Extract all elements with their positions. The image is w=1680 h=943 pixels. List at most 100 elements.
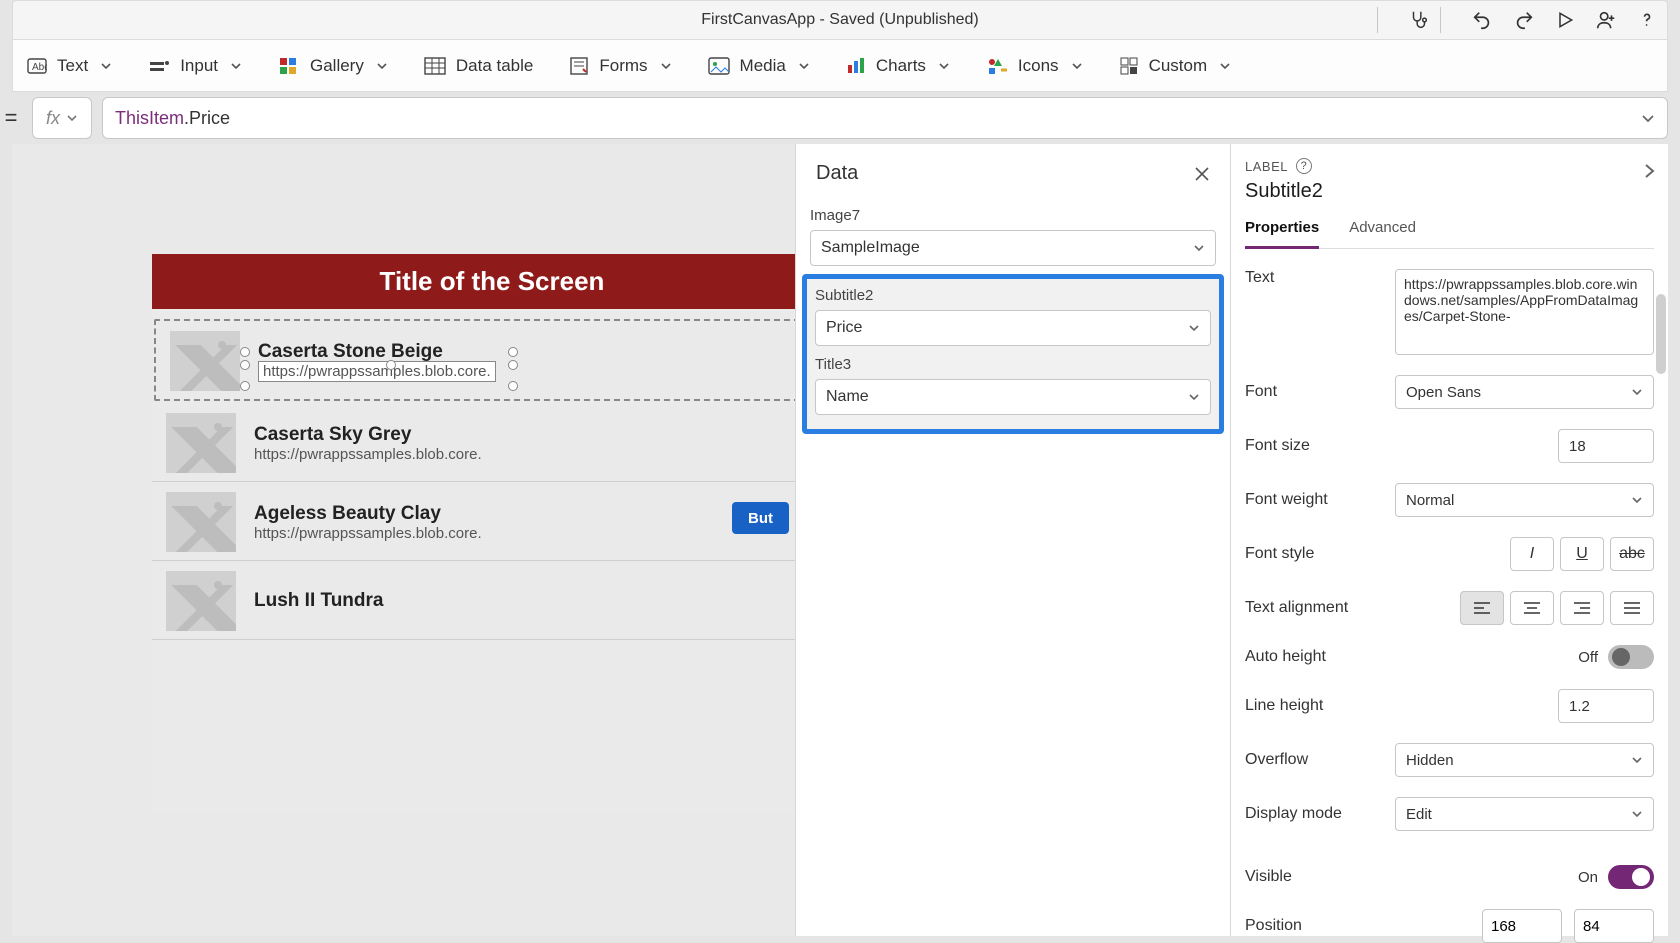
prop-displaymode-value: Edit bbox=[1406, 806, 1432, 823]
gallery-item-1[interactable]: Caserta Sky Grey https://pwrappssamples.… bbox=[152, 403, 832, 482]
align-justify-icon[interactable] bbox=[1610, 591, 1654, 625]
ribbon-text[interactable]: Abc Text bbox=[27, 56, 112, 76]
selection-handle[interactable] bbox=[240, 347, 250, 357]
prop-text-input[interactable] bbox=[1395, 269, 1654, 355]
play-preview-icon[interactable] bbox=[1555, 10, 1575, 30]
gallery[interactable]: Caserta Stone Beige https://pwrappssampl… bbox=[152, 309, 832, 640]
fx-icon: fx bbox=[46, 108, 60, 129]
props-tabs: Properties Advanced bbox=[1245, 219, 1654, 249]
ribbon-charts[interactable]: Charts bbox=[846, 56, 950, 76]
selection-handle[interactable] bbox=[508, 360, 518, 370]
ribbon-gallery[interactable]: Gallery bbox=[278, 56, 388, 76]
chevron-down-icon bbox=[1631, 808, 1643, 820]
align-left-icon[interactable] bbox=[1460, 591, 1504, 625]
formula-input[interactable]: ThisItem.Price bbox=[102, 97, 1668, 139]
item-subtitle: https://pwrappssamples.blob.core. bbox=[254, 446, 802, 463]
selection-handle[interactable] bbox=[240, 381, 250, 391]
screen-title-bar[interactable]: Title of the Screen bbox=[152, 254, 832, 309]
svg-text:Abc: Abc bbox=[32, 62, 47, 73]
selection-handle[interactable] bbox=[508, 381, 518, 391]
item-subtitle: https://pwrappssamples.blob.core. bbox=[254, 525, 802, 542]
item-title[interactable]: Caserta Stone Beige bbox=[258, 341, 798, 363]
insert-ribbon: Abc Text Input Gallery Data table Forms … bbox=[12, 40, 1668, 92]
tab-advanced[interactable]: Advanced bbox=[1349, 219, 1416, 248]
help-circle-icon[interactable]: ? bbox=[1296, 158, 1312, 174]
image-placeholder-icon bbox=[166, 571, 236, 631]
fontstyle-underline[interactable]: U bbox=[1560, 537, 1604, 571]
prop-lineheight-input[interactable]: 1.2 bbox=[1558, 689, 1654, 723]
titlebar: FirstCanvasApp - Saved (Unpublished) bbox=[12, 0, 1668, 40]
close-icon[interactable] bbox=[1194, 166, 1210, 182]
health-check-icon[interactable] bbox=[1408, 9, 1430, 31]
data-image-select[interactable]: SampleImage bbox=[810, 230, 1216, 266]
formula-equals: = bbox=[0, 105, 22, 131]
control-name: Subtitle2 bbox=[1245, 180, 1654, 203]
app-screen[interactable]: Title of the Screen Caserta Stone Beige … bbox=[152, 254, 832, 814]
prop-overflow-value: Hidden bbox=[1406, 752, 1454, 769]
ribbon-icons-label: Icons bbox=[1018, 56, 1059, 76]
control-kind: LABEL bbox=[1245, 159, 1288, 174]
panel-collapse-icon[interactable] bbox=[1642, 162, 1656, 180]
prop-overflow-label: Overflow bbox=[1245, 751, 1395, 769]
autoheight-toggle[interactable] bbox=[1608, 645, 1654, 669]
ribbon-icons[interactable]: Icons bbox=[986, 56, 1083, 76]
help-icon[interactable] bbox=[1637, 9, 1657, 31]
scrollbar-thumb[interactable] bbox=[1656, 294, 1666, 374]
prop-fontsize-label: Font size bbox=[1245, 437, 1395, 455]
data-image-value: SampleImage bbox=[821, 239, 920, 257]
visible-value: On bbox=[1578, 869, 1598, 886]
formula-fx-button[interactable]: fx bbox=[32, 97, 92, 139]
undo-icon[interactable] bbox=[1471, 9, 1493, 31]
prop-overflow-select[interactable]: Hidden bbox=[1395, 743, 1654, 777]
prop-autoheight-label: Auto height bbox=[1245, 648, 1395, 666]
prop-fontsize-input[interactable]: 18 bbox=[1558, 429, 1654, 463]
data-subtitle-select[interactable]: Price bbox=[815, 310, 1211, 346]
data-subtitle-label: Subtitle2 bbox=[815, 287, 1211, 304]
ribbon-custom-label: Custom bbox=[1149, 56, 1208, 76]
data-panel: Data Image7 SampleImage Subtitle2 Price … bbox=[795, 144, 1230, 936]
image-placeholder-icon bbox=[166, 492, 236, 552]
prop-font-select[interactable]: Open Sans bbox=[1395, 375, 1654, 409]
item-subtitle-selected[interactable]: https://pwrappssamples.blob.core. bbox=[258, 361, 496, 382]
ribbon-custom[interactable]: Custom bbox=[1119, 56, 1232, 76]
redo-icon[interactable] bbox=[1513, 9, 1535, 31]
prop-visible-label: Visible bbox=[1245, 868, 1395, 886]
item-title: Caserta Sky Grey bbox=[254, 424, 802, 446]
chevron-down-icon bbox=[1188, 322, 1200, 334]
gallery-item-2[interactable]: Ageless Beauty Clay https://pwrappssampl… bbox=[152, 482, 832, 561]
ribbon-media[interactable]: Media bbox=[708, 56, 810, 76]
position-y-input[interactable] bbox=[1574, 909, 1654, 943]
ribbon-data-table[interactable]: Data table bbox=[424, 56, 534, 76]
prop-fontstyle-label: Font style bbox=[1245, 545, 1395, 563]
data-title3-select[interactable]: Name bbox=[815, 379, 1211, 415]
ribbon-forms-label: Forms bbox=[599, 56, 647, 76]
ribbon-media-label: Media bbox=[740, 56, 786, 76]
selection-handle[interactable] bbox=[386, 360, 396, 370]
share-user-icon[interactable] bbox=[1595, 9, 1617, 31]
align-center-icon[interactable] bbox=[1510, 591, 1554, 625]
fontstyle-italic[interactable]: I bbox=[1510, 537, 1554, 571]
align-right-icon[interactable] bbox=[1560, 591, 1604, 625]
chevron-down-icon bbox=[1193, 242, 1205, 254]
canvas-button[interactable]: But bbox=[732, 502, 789, 534]
data-panel-title: Data bbox=[816, 162, 858, 185]
prop-position-label: Position bbox=[1245, 917, 1395, 935]
image-placeholder-icon[interactable] bbox=[170, 331, 240, 391]
ribbon-text-label: Text bbox=[57, 56, 88, 76]
formula-expand-icon[interactable] bbox=[1641, 111, 1655, 125]
prop-fontweight-select[interactable]: Normal bbox=[1395, 483, 1654, 517]
gallery-item-0[interactable]: Caserta Stone Beige https://pwrappssampl… bbox=[154, 319, 830, 401]
selection-handle[interactable] bbox=[240, 360, 250, 370]
chevron-down-icon bbox=[1631, 754, 1643, 766]
fontstyle-strike[interactable]: abc bbox=[1610, 537, 1654, 571]
ribbon-data-table-label: Data table bbox=[456, 56, 534, 76]
visible-toggle[interactable] bbox=[1608, 865, 1654, 889]
position-x-input[interactable] bbox=[1482, 909, 1562, 943]
app-title: FirstCanvasApp - Saved (Unpublished) bbox=[701, 11, 978, 29]
tab-properties[interactable]: Properties bbox=[1245, 219, 1319, 249]
prop-displaymode-select[interactable]: Edit bbox=[1395, 797, 1654, 831]
ribbon-forms[interactable]: Forms bbox=[569, 56, 671, 76]
autoheight-value: Off bbox=[1578, 649, 1598, 666]
gallery-item-3[interactable]: Lush II Tundra bbox=[152, 561, 832, 640]
ribbon-input[interactable]: Input bbox=[148, 56, 242, 76]
